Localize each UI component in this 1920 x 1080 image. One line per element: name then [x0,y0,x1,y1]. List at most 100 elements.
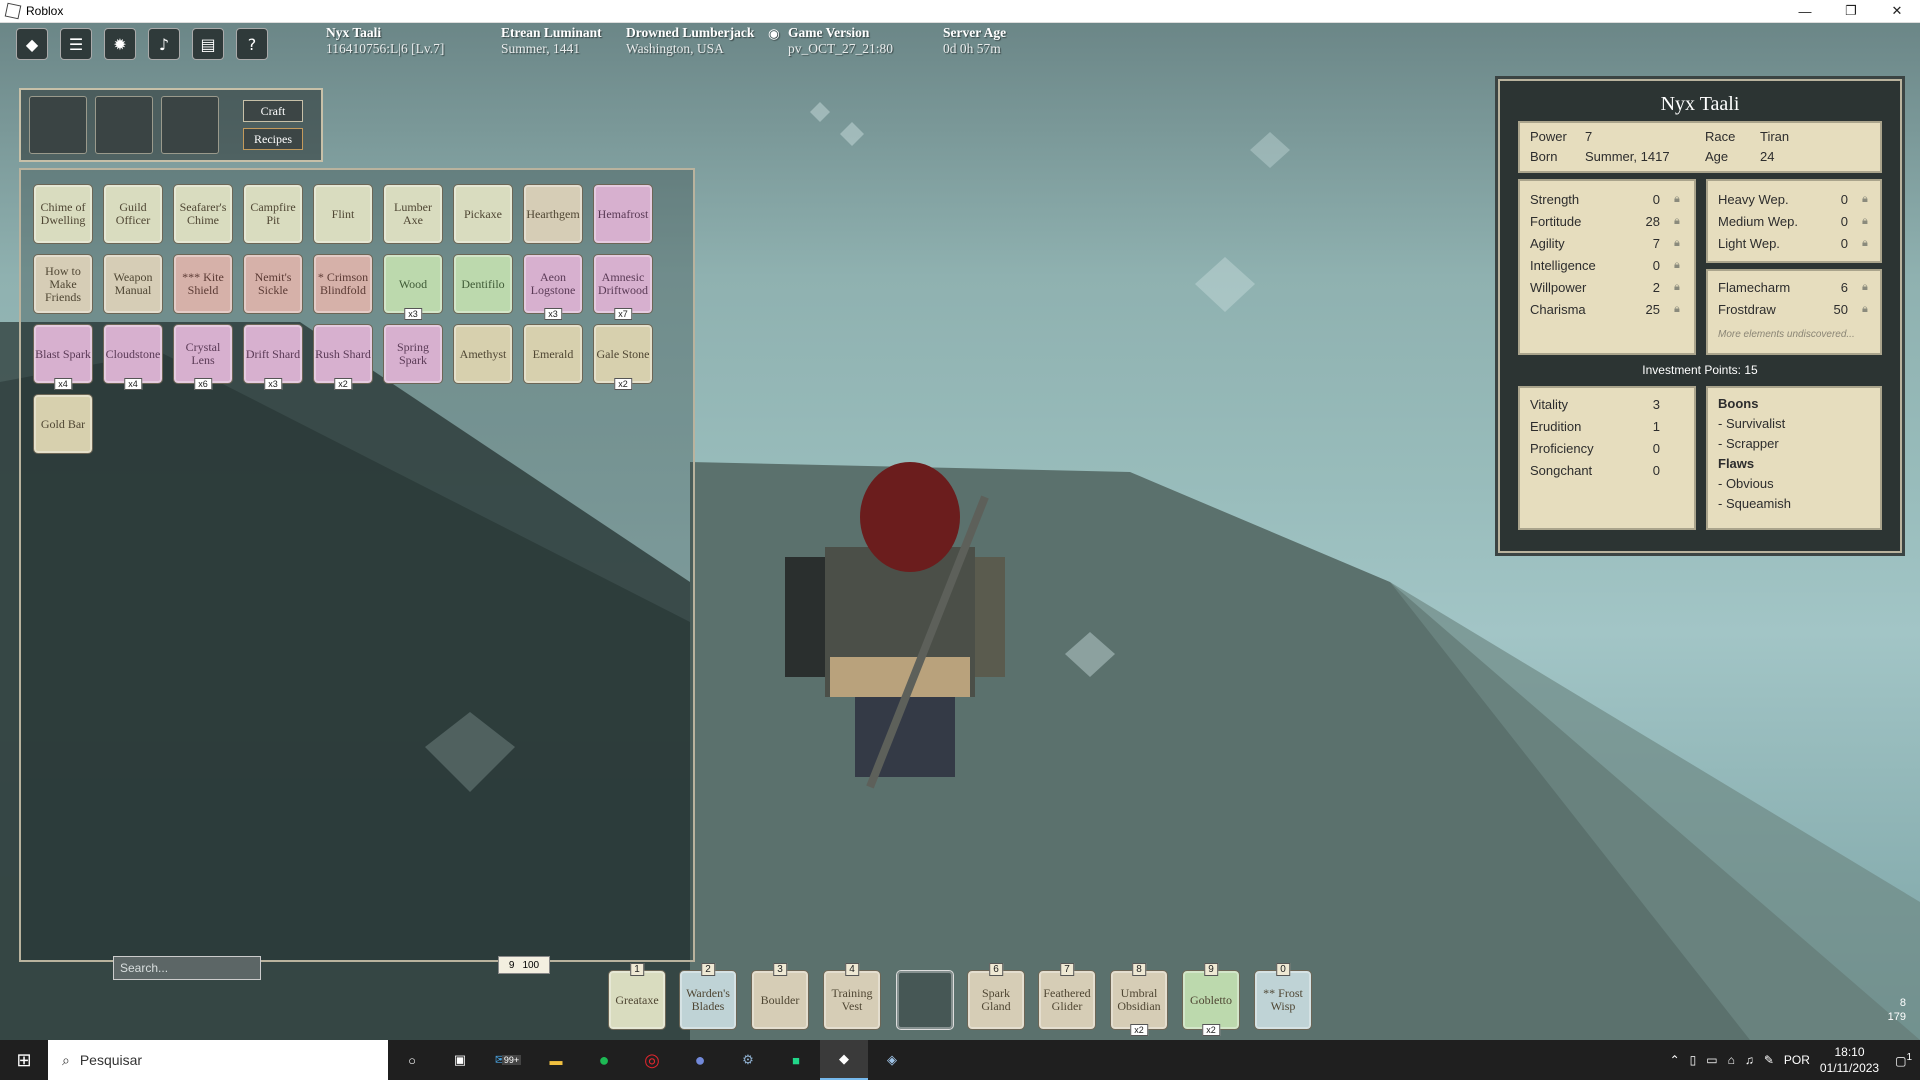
lock-icon[interactable]: 🔒︎ [1862,193,1868,206]
journal-button[interactable]: ▤ [192,28,224,60]
inventory-item[interactable]: Rush Shard x2 [313,324,373,390]
file-explorer-app[interactable]: ▬ [532,1040,580,1080]
inventory-item[interactable]: Aeon Logstone x3 [523,254,583,320]
battery-icon[interactable]: ▭ [1706,1053,1717,1067]
inventory-item[interactable]: Nemit's Sickle [243,254,303,314]
roblox-app[interactable]: ◆ [820,1040,868,1080]
lock-icon[interactable]: 🔒︎ [1674,303,1680,316]
inventory-item[interactable]: *** Kite Shield [173,254,233,314]
craft-slot[interactable] [95,96,153,154]
recipes-button[interactable]: Recipes [243,128,303,150]
craft-slot[interactable] [161,96,219,154]
hotbar-slot[interactable]: 3 Boulder [751,963,809,1030]
lock-icon[interactable]: 🔒︎ [1862,281,1868,294]
opera-app[interactable]: ◎ [628,1040,676,1080]
craft-slot[interactable] [29,96,87,154]
inventory-item[interactable]: Amnesic Driftwood x7 [593,254,653,320]
inventory-search-input[interactable]: Search... [113,956,261,980]
game-date: Summer, 1441 [501,41,580,56]
lock-icon[interactable]: 🔒︎ [1674,237,1680,250]
inventory-item[interactable]: Amethyst [453,324,513,384]
lock-icon[interactable]: 🔒︎ [1862,237,1868,250]
inventory-item[interactable]: Spring Spark [383,324,443,384]
start-button[interactable]: ⊞ [0,1040,48,1080]
minimize-button[interactable]: — [1782,0,1828,22]
language-indicator[interactable]: POR [1784,1053,1810,1067]
inventory-item[interactable]: * Crimson Blindfold [313,254,373,314]
craft-button[interactable]: Craft [243,100,303,122]
inventory-item[interactable]: Weapon Manual [103,254,163,314]
inventory-item-label: Nemit's Sickle [254,270,292,297]
spotify-app[interactable]: ● [580,1040,628,1080]
inventory-item[interactable]: Guild Officer [103,184,163,244]
settings-button[interactable]: ✹ [104,28,136,60]
corner-line-1: 8 [1899,997,1906,1009]
inventory-item[interactable]: How to Make Friends [33,254,93,314]
inventory-item[interactable]: Dentifilo [453,254,513,314]
stat-value: 0 [1652,191,1660,207]
inventory-item[interactable]: Gold Bar [33,394,93,454]
task-view-button[interactable]: ▣ [436,1040,484,1080]
windows-logo-icon: ⊞ [16,1049,32,1070]
network-icon[interactable]: ⌂ [1728,1053,1735,1067]
discord-app[interactable]: ● [676,1040,724,1080]
age-label: Age [1705,148,1729,164]
taskbar-search[interactable]: ⌕ Pesquisar [48,1040,388,1080]
inventory-item[interactable]: Wood x3 [383,254,443,320]
chat-button[interactable]: ☰ [60,28,92,60]
clock[interactable]: 18:10 01/11/2023 [1820,1044,1879,1076]
hotbar-slot[interactable]: 7 Feathered Glider [1038,963,1096,1030]
hotbar-slot[interactable] [896,970,954,1030]
lock-icon[interactable]: 🔒︎ [1674,193,1680,206]
steam-app[interactable]: ⚙ [724,1040,772,1080]
chevron-up-icon[interactable]: ⌃ [1670,1053,1680,1067]
pycharm-app[interactable]: ■ [772,1040,820,1080]
inventory-item[interactable]: Campfire Pit [243,184,303,244]
inventory-item[interactable]: Chime of Dwelling [33,184,93,244]
music-button[interactable]: ♪ [148,28,180,60]
pen-icon[interactable]: ✎ [1764,1053,1774,1067]
attributes-box: Strength 0 🔒︎ Fortitude 28 🔒︎ Agility 7 🔒︎ Intell… [1518,179,1696,355]
mail-app[interactable]: ✉ 99+ [484,1040,532,1080]
question-icon[interactable]: ◉ [768,26,780,42]
hotbar-slot[interactable]: 6 Spark Gland [967,963,1025,1030]
inventory-item[interactable]: Lumber Axe [383,184,443,244]
inventory-item-label: Guild Officer [115,200,151,227]
restore-button[interactable]: ❐ [1828,0,1874,22]
hotbar-slot[interactable]: 4 Training Vest [823,963,881,1030]
inventory-item[interactable]: Pickaxe [453,184,513,244]
inventory-item[interactable]: Emerald [523,324,583,384]
lock-icon[interactable]: 🔒︎ [1674,281,1680,294]
lock-icon[interactable]: 🔒︎ [1674,259,1680,272]
inventory-item[interactable]: Drift Shard x3 [243,324,303,390]
inventory-item[interactable]: Hearthgem [523,184,583,244]
notification-button[interactable]: ▢1 [1895,1052,1912,1068]
inventory-item[interactable]: Flint [313,184,373,244]
hotbar-slot[interactable]: 8 Umbral Obsidian x2 [1110,963,1168,1036]
inventory-item[interactable]: Crystal Lens x6 [173,324,233,390]
stat-row: Intelligence 0 🔒︎ [1530,255,1680,275]
close-button[interactable]: ✕ [1874,0,1920,22]
inventory-item[interactable]: Blast Spark x4 [33,324,93,390]
inventory-item[interactable]: Cloudstone x4 [103,324,163,390]
hotbar-slot[interactable]: 9 Gobletto x2 [1182,963,1240,1036]
lock-icon[interactable]: 🔒︎ [1674,215,1680,228]
volume-icon[interactable]: ♫ [1745,1053,1754,1067]
roblox-studio-app[interactable]: ◈ [868,1040,916,1080]
hotbar-slot[interactable]: 2 Warden's Blades [679,963,737,1030]
inventory-item[interactable]: Seafarer's Chime [173,184,233,244]
inventory-item[interactable]: Gale Stone x2 [593,324,653,390]
lock-icon[interactable]: 🔒︎ [1862,215,1868,228]
help-button[interactable]: ? [236,28,268,60]
hotbar-slot-number: 4 [845,963,859,976]
inventory-item-label: Rush Shard [315,346,371,361]
cortana-button[interactable]: ○ [388,1040,436,1080]
hotbar-slot[interactable]: 0 ** Frost Wisp [1254,963,1312,1030]
hotbar-slot[interactable]: 1 Greataxe [608,963,666,1030]
roblox-menu-button[interactable]: ◆ [16,28,48,60]
inventory-capacity: 9 100 [498,956,550,974]
inventory-item[interactable]: Hemafrost [593,184,653,244]
tablet-icon[interactable]: ▯ [1690,1053,1697,1067]
lock-icon[interactable]: 🔒︎ [1862,303,1868,316]
server-age-info: Server Age 0d 0h 57m [943,25,1006,57]
